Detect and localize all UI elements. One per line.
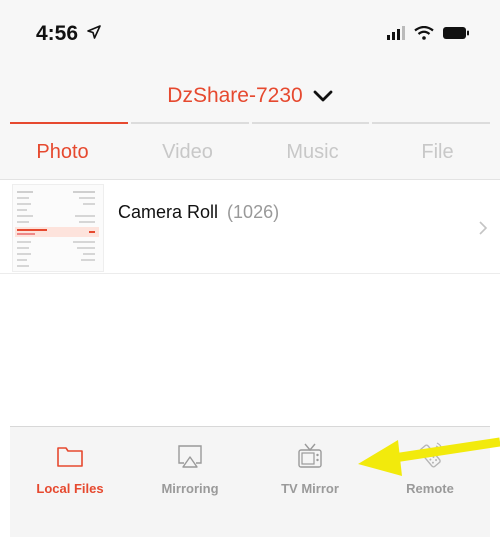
annotation-arrow xyxy=(358,437,500,476)
tab-indicator-music xyxy=(251,122,370,124)
tab-indicator-file xyxy=(372,122,490,124)
album-count: (1026) xyxy=(227,202,280,222)
thumbnail-image xyxy=(13,185,103,271)
status-time: 4:56 xyxy=(36,22,101,46)
bottom-tab-label: Mirroring xyxy=(161,481,219,496)
nav-bar: DzShare-7230 xyxy=(0,70,500,122)
airplay-icon xyxy=(178,445,202,468)
bottom-tab-label: Remote xyxy=(406,481,454,496)
signal-icon xyxy=(387,26,405,40)
tab-music[interactable]: Music xyxy=(250,125,375,180)
tab-video[interactable]: Video xyxy=(125,125,250,180)
album-name: Camera Roll xyxy=(118,202,219,222)
battery-icon xyxy=(443,27,469,39)
location-arrow-icon xyxy=(87,25,101,39)
album-row-camera-roll[interactable]: Camera Roll (1026) xyxy=(0,182,500,274)
tab-row: Photo Video Music File xyxy=(0,125,500,180)
status-bar: 4:56 xyxy=(0,0,500,70)
device-selector[interactable]: DzShare-7230 xyxy=(0,70,500,122)
tab-file[interactable]: File xyxy=(375,125,500,180)
tab-photo[interactable]: Photo xyxy=(0,125,125,180)
tv-icon xyxy=(298,443,322,468)
bottom-tab-mirroring[interactable]: Mirroring xyxy=(130,427,250,517)
chevron-right-icon xyxy=(479,221,488,235)
device-title: DzShare-7230 xyxy=(167,84,303,107)
tab-indicator-video xyxy=(130,122,249,124)
bottom-tab-local-files[interactable]: Local Files xyxy=(10,427,130,517)
chevron-down-icon[interactable] xyxy=(313,89,333,103)
folder-icon xyxy=(57,447,83,467)
album-title: Camera Roll (1026) xyxy=(118,202,279,223)
media-tabs: Photo Video Music File xyxy=(0,122,500,180)
status-icons xyxy=(386,26,470,40)
status-time-text: 4:56 xyxy=(36,22,79,45)
album-thumbnail xyxy=(12,184,104,272)
wifi-icon xyxy=(414,26,434,40)
bottom-tab-label: Local Files xyxy=(36,481,104,496)
tab-indicator-photo xyxy=(10,122,128,124)
bottom-tab-label: TV Mirror xyxy=(281,481,339,496)
